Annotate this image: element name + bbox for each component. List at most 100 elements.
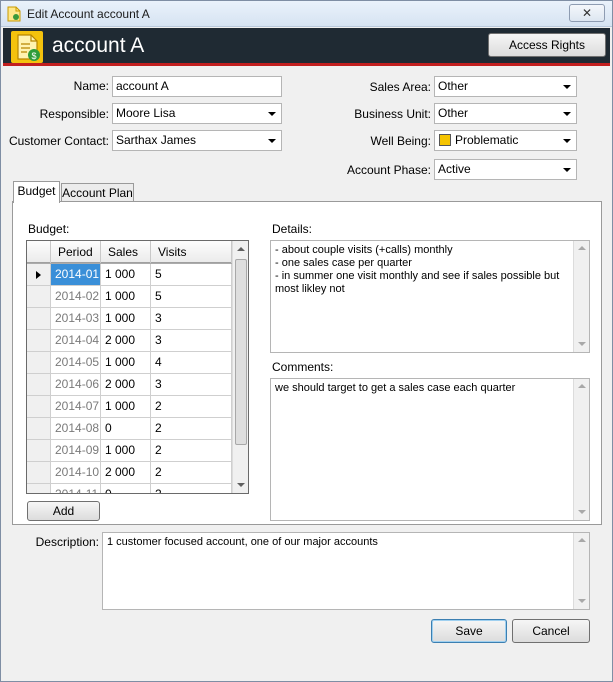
- row-header[interactable]: [27, 462, 51, 484]
- details-textarea[interactable]: - about couple visits (+calls) monthly - …: [270, 240, 590, 353]
- description-scrollbar[interactable]: [573, 533, 589, 609]
- cell-period[interactable]: 2014-04: [51, 330, 101, 352]
- comments-scrollbar[interactable]: [573, 379, 589, 520]
- table-row[interactable]: 2014-05 1 000 4: [27, 352, 232, 374]
- grid-corner-header: [27, 241, 51, 263]
- grid-scrollbar[interactable]: [232, 241, 248, 493]
- cell-period[interactable]: 2014-03: [51, 308, 101, 330]
- table-row[interactable]: 2014-08 0 2: [27, 418, 232, 440]
- business-unit-value: Other: [438, 106, 469, 120]
- cancel-button[interactable]: Cancel: [512, 619, 590, 643]
- cell-visits[interactable]: 5: [151, 264, 232, 286]
- save-button[interactable]: Save: [431, 619, 507, 643]
- scroll-down-icon[interactable]: [237, 483, 245, 487]
- cell-visits[interactable]: 2: [151, 418, 232, 440]
- customer-contact-label: Customer Contact:: [8, 134, 109, 148]
- responsible-dropdown[interactable]: Moore Lisa: [112, 103, 282, 124]
- column-header-sales[interactable]: Sales: [101, 241, 151, 263]
- business-unit-dropdown[interactable]: Other: [434, 103, 577, 124]
- table-row[interactable]: 2014-07 1 000 2: [27, 396, 232, 418]
- row-header[interactable]: [27, 374, 51, 396]
- cell-visits[interactable]: 2: [151, 462, 232, 484]
- document-money-icon: [7, 6, 21, 22]
- cell-visits[interactable]: 5: [151, 286, 232, 308]
- cell-period[interactable]: 2014-08: [51, 418, 101, 440]
- add-budget-row-button[interactable]: Add: [27, 501, 100, 521]
- row-header[interactable]: [27, 418, 51, 440]
- details-line: - one sales case per quarter: [275, 257, 412, 269]
- budget-grid-header: Period Sales Visits: [27, 241, 232, 263]
- cell-visits[interactable]: 3: [151, 308, 232, 330]
- column-header-period[interactable]: Period: [51, 241, 101, 263]
- cell-sales[interactable]: 1 000: [101, 440, 151, 462]
- cell-sales[interactable]: 1 000: [101, 396, 151, 418]
- row-header[interactable]: [27, 330, 51, 352]
- account-header: $ account A Access Rights: [3, 28, 610, 66]
- cell-visits[interactable]: 3: [151, 374, 232, 396]
- table-row[interactable]: 2014-01 1 000 5: [27, 264, 232, 286]
- cell-sales[interactable]: 1 000: [101, 352, 151, 374]
- cell-visits[interactable]: 2: [151, 484, 232, 493]
- table-row[interactable]: 2014-11 0 2: [27, 484, 232, 493]
- tab-budget[interactable]: Budget: [13, 181, 60, 203]
- cell-period[interactable]: 2014-06: [51, 374, 101, 396]
- budget-grid[interactable]: Period Sales Visits 2014-01 1 000 5 2014-02…: [26, 240, 249, 494]
- scroll-up-icon[interactable]: [578, 538, 586, 542]
- cell-sales[interactable]: 0: [101, 484, 151, 493]
- customer-contact-dropdown[interactable]: Sarthax James: [112, 130, 282, 151]
- scroll-up-icon[interactable]: [578, 384, 586, 388]
- row-header[interactable]: [27, 352, 51, 374]
- access-rights-button[interactable]: Access Rights: [488, 33, 606, 57]
- cell-visits[interactable]: 3: [151, 330, 232, 352]
- cell-period[interactable]: 2014-02: [51, 286, 101, 308]
- close-button[interactable]: ✕: [569, 4, 605, 22]
- comments-textarea[interactable]: we should target to get a sales case eac…: [270, 378, 590, 521]
- row-header[interactable]: [27, 396, 51, 418]
- cell-sales[interactable]: 2 000: [101, 330, 151, 352]
- cell-sales[interactable]: 1 000: [101, 308, 151, 330]
- cell-period[interactable]: 2014-01: [51, 264, 101, 286]
- cell-visits[interactable]: 2: [151, 396, 232, 418]
- row-header[interactable]: [27, 286, 51, 308]
- column-header-visits[interactable]: Visits: [151, 241, 232, 263]
- cell-period[interactable]: 2014-10: [51, 462, 101, 484]
- cell-sales[interactable]: 1 000: [101, 286, 151, 308]
- cell-period[interactable]: 2014-07: [51, 396, 101, 418]
- account-phase-dropdown[interactable]: Active: [434, 159, 577, 180]
- scroll-down-icon[interactable]: [578, 342, 586, 346]
- cell-sales[interactable]: 2 000: [101, 374, 151, 396]
- cell-sales[interactable]: 1 000: [101, 264, 151, 286]
- cell-sales[interactable]: 0: [101, 418, 151, 440]
- scroll-down-icon[interactable]: [578, 599, 586, 603]
- details-scrollbar[interactable]: [573, 241, 589, 352]
- table-row[interactable]: 2014-10 2 000 2: [27, 462, 232, 484]
- tab-account-plan[interactable]: Account Plan: [61, 183, 134, 203]
- table-row[interactable]: 2014-02 1 000 5: [27, 286, 232, 308]
- details-label: Details:: [272, 222, 313, 236]
- row-header[interactable]: [27, 484, 51, 493]
- table-row[interactable]: 2014-06 2 000 3: [27, 374, 232, 396]
- row-header[interactable]: [27, 440, 51, 462]
- table-row[interactable]: 2014-03 1 000 3: [27, 308, 232, 330]
- scroll-thumb[interactable]: [235, 259, 247, 445]
- scroll-down-icon[interactable]: [578, 510, 586, 514]
- cell-sales[interactable]: 2 000: [101, 462, 151, 484]
- table-row[interactable]: 2014-04 2 000 3: [27, 330, 232, 352]
- scroll-up-icon[interactable]: [237, 247, 245, 251]
- cell-visits[interactable]: 4: [151, 352, 232, 374]
- table-row[interactable]: 2014-09 1 000 2: [27, 440, 232, 462]
- cell-period[interactable]: 2014-11: [51, 484, 101, 493]
- chevron-down-icon: [563, 85, 571, 89]
- cell-period[interactable]: 2014-05: [51, 352, 101, 374]
- well-being-dropdown[interactable]: Problematic: [434, 130, 577, 151]
- sales-area-value: Other: [438, 79, 469, 93]
- scroll-up-icon[interactable]: [578, 246, 586, 250]
- sales-area-dropdown[interactable]: Other: [434, 76, 577, 97]
- cell-visits[interactable]: 2: [151, 440, 232, 462]
- description-textarea[interactable]: 1 customer focused account, one of our m…: [102, 532, 590, 610]
- account-phase-value: Active: [438, 162, 471, 176]
- cell-period[interactable]: 2014-09: [51, 440, 101, 462]
- row-header[interactable]: [27, 264, 51, 286]
- row-header[interactable]: [27, 308, 51, 330]
- name-input[interactable]: account A: [112, 76, 282, 97]
